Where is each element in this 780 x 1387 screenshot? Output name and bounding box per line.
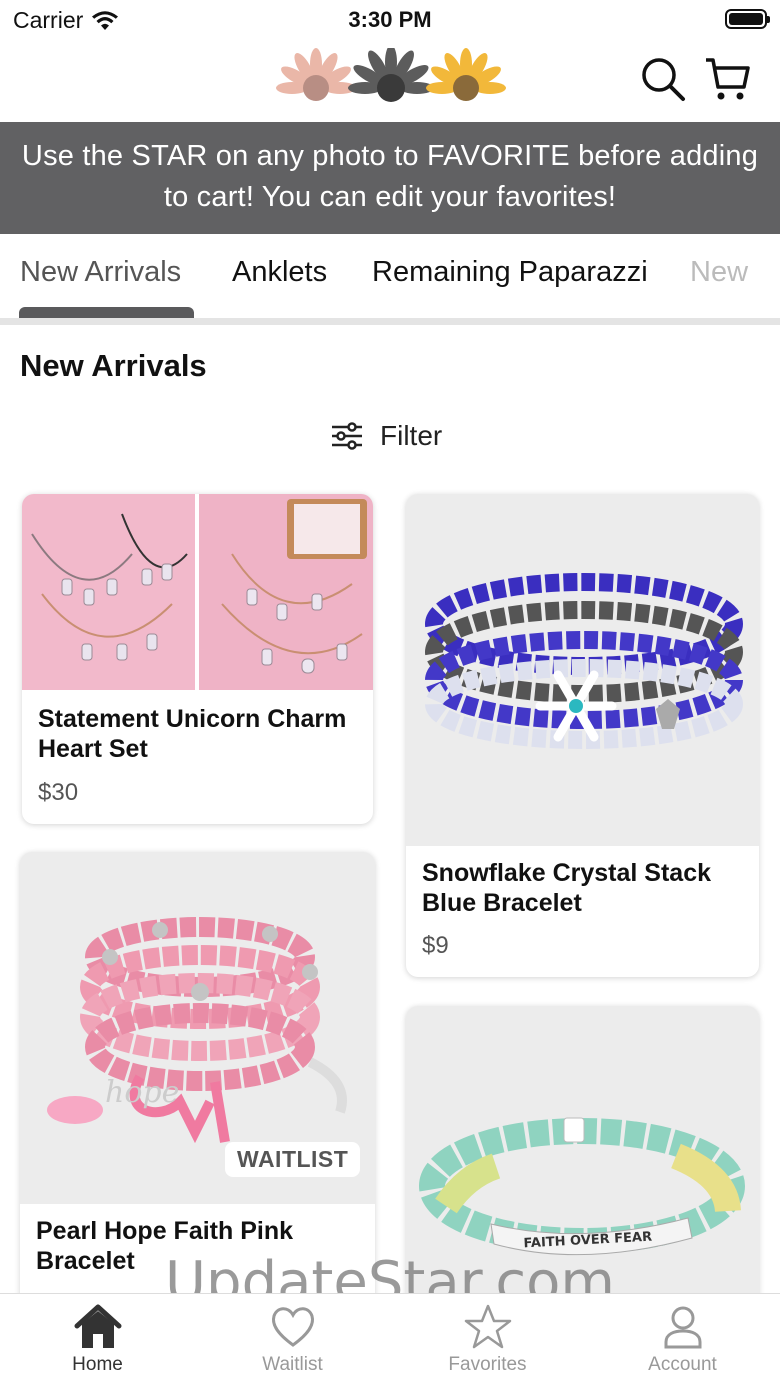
category-tabs: New Arrivals Anklets Remaining Paparazzi…: [0, 234, 780, 326]
banner-line-1: Use the STAR on any photo to FAVORITE be…: [21, 140, 759, 172]
nav-home-label: Home: [72, 1354, 123, 1375]
tab-new-arrivals[interactable]: New Arrivals: [20, 256, 181, 289]
product-name[interactable]: Snowflake Crystal Stack Blue Bracelet: [422, 858, 711, 918]
product-price: $9: [422, 932, 449, 959]
product-card[interactable]: hope WAITLIST Pearl Hope Faith Pink Brac…: [20, 852, 375, 1312]
home-icon: [74, 1304, 121, 1348]
clock: 3:30 PM: [348, 7, 432, 32]
star-icon: [464, 1304, 511, 1349]
nav-waitlist[interactable]: Waitlist: [195, 1304, 390, 1376]
cart-icon[interactable]: [704, 56, 750, 102]
status-bar: Carrier 3:30 PM: [0, 0, 780, 42]
svg-text:hope: hope: [105, 1075, 179, 1110]
user-icon: [664, 1306, 701, 1349]
product-price: $30: [38, 779, 79, 806]
favorites-banner: Use the STAR on any photo to FAVORITE be…: [0, 122, 780, 234]
app-header: [0, 42, 780, 122]
filter-label: Filter: [380, 420, 443, 451]
nav-favorites-label: Favorites: [448, 1354, 527, 1375]
tab-remaining-paparazzi[interactable]: Remaining Paparazzi: [372, 256, 648, 289]
nav-account-label: Account: [648, 1354, 717, 1375]
product-card[interactable]: Statement Unicorn Charm Heart Set $30: [22, 494, 373, 824]
battery-icon: [725, 9, 770, 29]
product-image[interactable]: [22, 494, 373, 690]
bottom-nav: Home Waitlist Favorites Account: [0, 1293, 780, 1387]
tab-anklets[interactable]: Anklets: [232, 256, 327, 289]
banner-line-2: to cart! You can edit your favorites!: [163, 181, 617, 213]
product-name[interactable]: Statement Unicorn Charm Heart Set: [38, 704, 346, 764]
nav-favorites[interactable]: Favorites: [390, 1304, 585, 1376]
waitlist-badge: WAITLIST: [225, 1142, 361, 1177]
search-icon[interactable]: [640, 56, 686, 102]
section-title: New Arrivals: [20, 348, 207, 383]
sunflower-logo[interactable]: [276, 48, 506, 114]
filter-button[interactable]: Filter: [330, 420, 442, 452]
product-card[interactable]: Snowflake Crystal Stack Blue Bracelet $9: [406, 494, 759, 977]
nav-account[interactable]: Account: [585, 1304, 780, 1376]
product-image[interactable]: [406, 494, 759, 846]
tab-new[interactable]: New: [690, 256, 748, 289]
heart-icon: [271, 1307, 314, 1347]
nav-home[interactable]: Home: [0, 1304, 195, 1376]
tabs-divider: [0, 318, 780, 325]
nav-waitlist-label: Waitlist: [262, 1354, 323, 1375]
sliders-icon: [332, 422, 362, 450]
